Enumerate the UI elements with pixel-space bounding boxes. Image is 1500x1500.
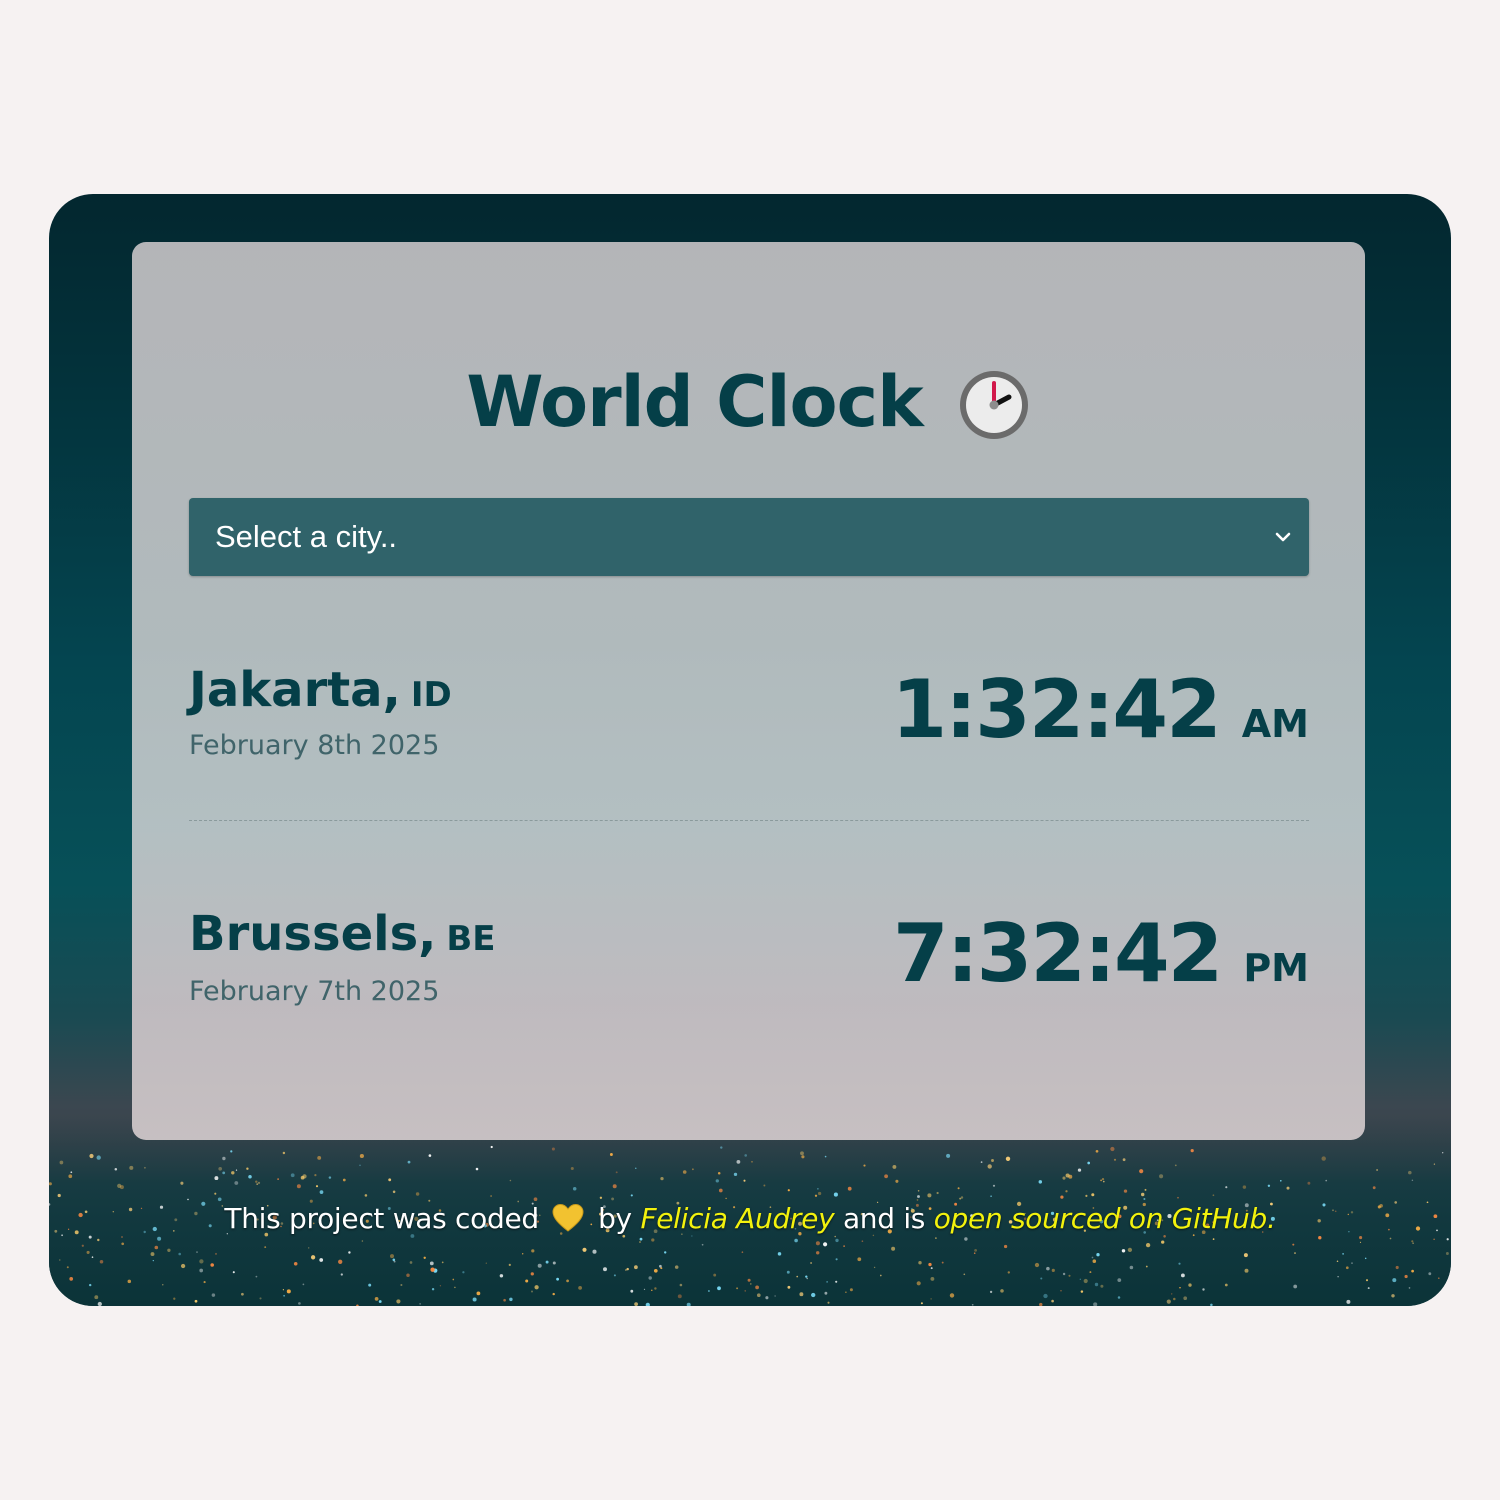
city-date: February 7th 2025: [189, 976, 440, 1007]
city-row-jakarta: Jakarta, ID February 8th 2025 1:32:42 AM: [189, 666, 1309, 796]
city-select-dropdown[interactable]: Select a city..: [189, 498, 1309, 576]
clock-icon: [957, 368, 1031, 442]
city-name-text: Jakarta,: [189, 662, 401, 718]
country-code: ID: [410, 675, 452, 715]
time-period: AM: [1241, 702, 1309, 746]
city-select-value: Select a city..: [215, 519, 398, 554]
app-frame: World Clock Select a city.. Jakarta, ID …: [49, 194, 1451, 1306]
time-value: 7:32:42: [893, 907, 1223, 1000]
city-name-text: Brussels,: [189, 906, 437, 962]
world-clock-card: World Clock Select a city.. Jakarta, ID …: [132, 242, 1365, 1140]
time-value: 1:32:42: [891, 663, 1221, 756]
chevron-down-icon: [1273, 527, 1293, 547]
city-row-brussels: Brussels, BE February 7th 2025 7:32:42 PM: [189, 910, 1309, 1040]
footer-text-by: by: [598, 1202, 632, 1235]
github-repo-link[interactable]: open sourced on GitHub.: [934, 1202, 1276, 1235]
city-name: Jakarta, ID: [189, 666, 452, 714]
page-title: World Clock: [466, 361, 923, 443]
city-date: February 8th 2025: [189, 730, 440, 761]
city-time: 1:32:42 AM: [891, 670, 1309, 750]
footer-text-coded: This project was coded: [224, 1202, 539, 1235]
country-code: BE: [446, 919, 496, 959]
yellow-heart-icon: [551, 1203, 585, 1233]
author-link[interactable]: Felicia Audrey: [640, 1202, 834, 1235]
city-name: Brussels, BE: [189, 910, 496, 958]
footer-credits: This project was coded by Felicia Audrey…: [49, 1202, 1451, 1235]
city-divider: [189, 820, 1309, 821]
time-period: PM: [1243, 946, 1309, 990]
city-time: 7:32:42 PM: [893, 914, 1309, 994]
title-row: World Clock: [132, 360, 1365, 444]
footer-text-and: and is: [842, 1202, 926, 1235]
